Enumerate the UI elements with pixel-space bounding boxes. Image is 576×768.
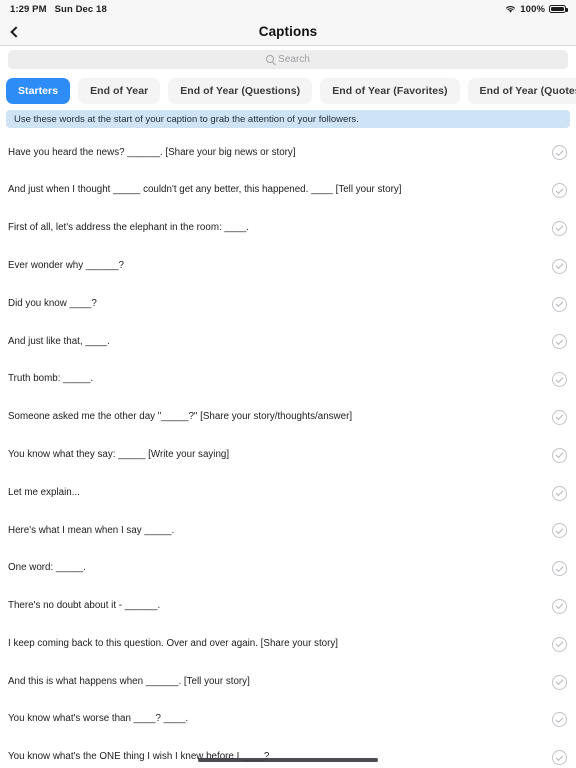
caption-text: Have you heard the news? ______. [Share … [8, 146, 296, 158]
caption-text: Someone asked me the other day "_____?" … [8, 411, 353, 423]
select-checkmark-button[interactable] [542, 523, 576, 539]
caption-text: And this is what happens when ______. [T… [8, 675, 250, 687]
caption-text: Truth bomb: _____. [8, 373, 94, 385]
list-item[interactable]: You know what's the ONE thing I wish I k… [0, 739, 576, 768]
check-circle-icon [551, 485, 567, 501]
battery-fill [551, 6, 564, 12]
list-item[interactable]: Have you heard the news? ______. [Share … [0, 134, 576, 172]
caption-text: Did you know ____? [8, 297, 97, 309]
caption-text: You know what's the ONE thing I wish I k… [8, 751, 270, 763]
status-bar-left: 1:29 PM Sun Dec 18 [10, 4, 107, 15]
check-circle-icon [551, 674, 567, 690]
list-item[interactable]: Here's what I mean when I say _____. [0, 512, 576, 550]
tab-end-of-year-questions[interactable]: End of Year (Questions) [168, 78, 313, 104]
list-item[interactable]: You know what they say: _____ [Write you… [0, 436, 576, 474]
select-checkmark-button[interactable] [542, 674, 576, 690]
select-checkmark-button[interactable] [542, 750, 576, 766]
check-circle-icon [551, 712, 567, 728]
caption-text: You know what they say: _____ [Write you… [8, 448, 230, 460]
select-checkmark-button[interactable] [542, 561, 576, 577]
list-item[interactable]: One word: _____. [0, 550, 576, 588]
check-circle-icon [551, 409, 567, 425]
tab-end-of-year[interactable]: End of Year [78, 78, 161, 104]
app-screen: 1:29 PM Sun Dec 18 100% Captions Search … [0, 0, 576, 768]
status-bar-right: 100% [505, 3, 568, 15]
page-title: Captions [258, 24, 318, 39]
list-item[interactable]: There's no doubt about it - ______. [0, 588, 576, 626]
battery-icon [549, 4, 568, 14]
check-circle-icon [551, 447, 567, 463]
list-item[interactable]: I keep coming back to this question. Ove… [0, 625, 576, 663]
battery-level-label: 100% [520, 3, 545, 15]
select-checkmark-button[interactable] [542, 334, 576, 350]
list-item[interactable]: And just when I thought _____ couldn't g… [0, 172, 576, 210]
select-checkmark-button[interactable] [542, 598, 576, 614]
chevron-left-icon [10, 25, 22, 38]
captions-list[interactable]: Have you heard the news? ______. [Share … [0, 128, 576, 768]
caption-text: Let me explain... [8, 486, 80, 498]
check-circle-icon [551, 296, 567, 312]
caption-text: There's no doubt about it - ______. [8, 600, 161, 612]
status-date: Sun Dec 18 [54, 3, 107, 15]
tab-starters[interactable]: Starters [6, 78, 71, 104]
check-circle-icon [551, 561, 567, 577]
check-circle-icon [551, 598, 567, 614]
check-circle-icon [551, 145, 567, 161]
hint-banner: Use these words at the start of your cap… [6, 110, 570, 128]
caption-text: And just like that, ____. [8, 335, 110, 347]
select-checkmark-button[interactable] [542, 636, 576, 652]
list-item[interactable]: Truth bomb: _____. [0, 361, 576, 399]
list-item[interactable]: Did you know ____? [0, 285, 576, 323]
list-item[interactable]: And this is what happens when ______. [T… [0, 663, 576, 701]
select-checkmark-button[interactable] [542, 409, 576, 425]
check-circle-icon [551, 220, 567, 236]
select-checkmark-button[interactable] [542, 145, 576, 161]
check-circle-icon [551, 750, 567, 766]
check-circle-icon [551, 258, 567, 274]
caption-text: I keep coming back to this question. Ove… [8, 637, 339, 649]
list-item[interactable]: And just like that, ____. [0, 323, 576, 361]
status-time: 1:29 PM [10, 3, 47, 15]
select-checkmark-button[interactable] [542, 258, 576, 274]
caption-text: You know what's worse than ____? ____. [8, 713, 189, 725]
select-checkmark-button[interactable] [542, 220, 576, 236]
list-item[interactable]: First of all, let's address the elephant… [0, 210, 576, 248]
check-circle-icon [551, 372, 567, 388]
check-circle-icon [551, 334, 567, 350]
list-item[interactable]: Ever wonder why ______? [0, 247, 576, 285]
wifi-icon [505, 5, 516, 14]
back-button[interactable] [8, 18, 42, 45]
hint-banner-text: Use these words at the start of your cap… [14, 113, 359, 125]
tab-end-of-year-quotes[interactable]: End of Year (Quotes) [467, 78, 576, 104]
select-checkmark-button[interactable] [542, 447, 576, 463]
caption-text: Ever wonder why ______? [8, 259, 125, 271]
caption-text: And just when I thought _____ couldn't g… [8, 184, 402, 196]
list-item[interactable]: Let me explain... [0, 474, 576, 512]
search-bar-container: Search [0, 46, 576, 72]
check-circle-icon [551, 183, 567, 199]
check-circle-icon [551, 636, 567, 652]
select-checkmark-button[interactable] [542, 183, 576, 199]
navigation-bar: Captions [0, 18, 576, 46]
category-tab-bar[interactable]: Starters End of Year End of Year (Questi… [0, 72, 576, 110]
status-bar: 1:29 PM Sun Dec 18 100% [0, 0, 576, 18]
search-icon [266, 55, 275, 63]
check-circle-icon [551, 523, 567, 539]
list-item[interactable]: You know what's worse than ____? ____. [0, 701, 576, 739]
select-checkmark-button[interactable] [542, 372, 576, 388]
select-checkmark-button[interactable] [542, 712, 576, 728]
caption-text: One word: _____. [8, 562, 86, 574]
caption-text: Here's what I mean when I say _____. [8, 524, 175, 536]
select-checkmark-button[interactable] [542, 296, 576, 312]
search-placeholder: Search [278, 53, 310, 65]
caption-text: First of all, let's address the elephant… [8, 222, 249, 234]
select-checkmark-button[interactable] [542, 485, 576, 501]
search-input[interactable]: Search [8, 49, 568, 69]
list-item[interactable]: Someone asked me the other day "_____?" … [0, 399, 576, 437]
tab-end-of-year-favorites[interactable]: End of Year (Favorites) [320, 78, 460, 104]
